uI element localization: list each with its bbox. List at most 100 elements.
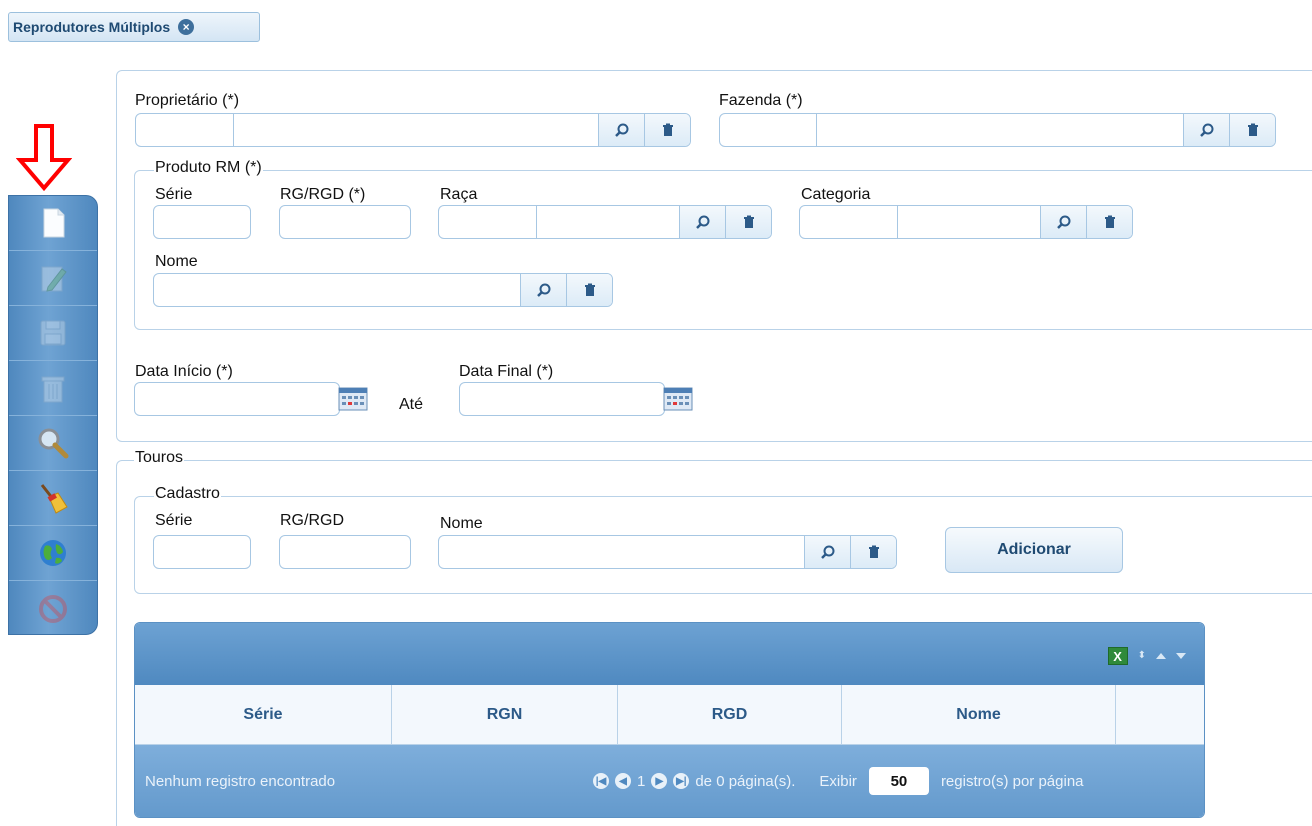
trash-icon <box>743 215 754 228</box>
touro-nome-input[interactable] <box>439 536 804 568</box>
data-final-label: Data Final (*) <box>459 363 554 380</box>
proprietario-name-input[interactable] <box>234 114 598 146</box>
nome-search-button[interactable] <box>520 274 566 306</box>
column-header-rgn[interactable]: RGN <box>392 685 618 744</box>
touros-legend: Touros <box>134 449 185 467</box>
trash-icon <box>584 283 595 296</box>
red-arrow-icon <box>16 124 72 192</box>
fazenda-lookup <box>719 113 1276 147</box>
excel-export-icon[interactable]: X <box>1107 647 1128 665</box>
edit-button[interactable] <box>9 251 97 306</box>
produto-rm-legend: Produto RM (*) <box>154 159 263 177</box>
action-toolbar <box>8 195 98 635</box>
search-button[interactable] <box>9 416 97 471</box>
first-page-icon[interactable]: |◀ <box>593 773 609 789</box>
touro-serie-input[interactable] <box>153 535 251 569</box>
trash-icon <box>662 123 673 136</box>
tab-title: Reprodutores Múltiplos <box>13 19 171 35</box>
next-page-icon[interactable]: ▶ <box>651 773 668 789</box>
data-inicio-label: Data Início (*) <box>135 363 233 380</box>
last-page-icon[interactable]: ▶| <box>673 773 690 789</box>
broom-icon <box>40 484 68 514</box>
proprietario-code-input[interactable] <box>136 114 234 146</box>
fazenda-code-input[interactable] <box>720 114 817 146</box>
collapse-icon[interactable] <box>1156 653 1166 659</box>
categoria-clear-button[interactable] <box>1086 206 1132 238</box>
search-icon <box>38 428 69 459</box>
calendar-icon[interactable] <box>663 387 693 411</box>
clear-button[interactable] <box>9 471 97 526</box>
cancel-button[interactable] <box>9 581 97 636</box>
new-document-icon <box>43 208 65 238</box>
magnifier-icon <box>614 123 628 137</box>
touro-clear-button[interactable] <box>850 536 896 568</box>
grid-toolbar: X ⬍ <box>135 623 1204 685</box>
magnifier-icon <box>695 215 709 229</box>
new-button[interactable] <box>9 196 97 251</box>
raca-name-input[interactable] <box>537 206 679 238</box>
raca-search-button[interactable] <box>679 206 725 238</box>
fazenda-name-input[interactable] <box>817 114 1183 146</box>
raca-clear-button[interactable] <box>725 206 771 238</box>
current-page: 1 <box>637 772 646 790</box>
show-label: Exibir <box>819 772 857 790</box>
column-header-rgd[interactable]: RGD <box>618 685 842 744</box>
trash-icon <box>868 545 879 558</box>
fazenda-search-button[interactable] <box>1183 114 1229 146</box>
column-header-serie[interactable]: Série <box>135 685 392 744</box>
nome-lookup <box>153 273 613 307</box>
touro-nome-lookup <box>438 535 897 569</box>
fazenda-clear-button[interactable] <box>1229 114 1275 146</box>
touro-search-button[interactable] <box>804 536 850 568</box>
touros-grid: X ⬍ Série RGN RGD Nome Nenhum registro e… <box>134 622 1205 818</box>
proprietario-lookup <box>135 113 691 147</box>
grid-pager: Nenhum registro encontrado |◀ ◀ 1 ▶ ▶| d… <box>135 745 1204 817</box>
raca-label: Raça <box>440 186 478 203</box>
serie-input[interactable] <box>153 205 251 239</box>
proprietario-search-button[interactable] <box>598 114 644 146</box>
touro-nome-label: Nome <box>440 515 483 532</box>
expand-icon[interactable] <box>1176 653 1186 659</box>
proprietario-clear-button[interactable] <box>644 114 690 146</box>
delete-icon <box>41 376 65 403</box>
page-info: de 0 página(s). <box>695 772 796 790</box>
fazenda-label: Fazenda (*) <box>719 92 803 109</box>
column-header-actions <box>1116 685 1204 744</box>
magnifier-icon <box>536 283 550 297</box>
sort-icon[interactable]: ⬍ <box>1138 651 1146 661</box>
nome-label: Nome <box>155 253 198 270</box>
prev-page-icon[interactable]: ◀ <box>615 773 631 789</box>
trash-icon <box>1104 215 1115 228</box>
categoria-lookup <box>799 205 1133 239</box>
tab-reprodutores-multiplos[interactable]: Reprodutores Múltiplos × <box>8 12 260 42</box>
close-icon[interactable]: × <box>178 19 195 35</box>
web-button[interactable] <box>9 526 97 581</box>
raca-code-input[interactable] <box>439 206 537 238</box>
save-icon <box>40 320 66 346</box>
save-button[interactable] <box>9 306 97 361</box>
categoria-code-input[interactable] <box>800 206 898 238</box>
delete-button[interactable] <box>9 361 97 416</box>
touro-rgrgd-input[interactable] <box>279 535 411 569</box>
rgrgd-label: RG/RGD (*) <box>280 186 366 203</box>
nome-input[interactable] <box>154 274 520 306</box>
adicionar-button[interactable]: Adicionar <box>945 527 1123 573</box>
magnifier-icon <box>1199 123 1213 137</box>
column-header-nome[interactable]: Nome <box>842 685 1116 744</box>
touro-rgrgd-label: RG/RGD <box>280 512 344 529</box>
magnifier-icon <box>820 545 834 559</box>
globe-icon <box>40 540 66 566</box>
categoria-name-input[interactable] <box>898 206 1040 238</box>
cancel-icon <box>39 594 67 623</box>
per-page-suffix: registro(s) por página <box>940 772 1084 790</box>
empty-message: Nenhum registro encontrado <box>145 773 336 790</box>
calendar-icon[interactable] <box>338 387 368 411</box>
serie-label: Série <box>155 186 193 203</box>
rgrgd-input[interactable] <box>279 205 411 239</box>
per-page-input[interactable]: 50 <box>868 767 929 795</box>
nome-clear-button[interactable] <box>566 274 612 306</box>
data-final-input[interactable] <box>459 382 665 416</box>
data-inicio-input[interactable] <box>134 382 340 416</box>
proprietario-label: Proprietário (*) <box>135 92 240 109</box>
categoria-search-button[interactable] <box>1040 206 1086 238</box>
